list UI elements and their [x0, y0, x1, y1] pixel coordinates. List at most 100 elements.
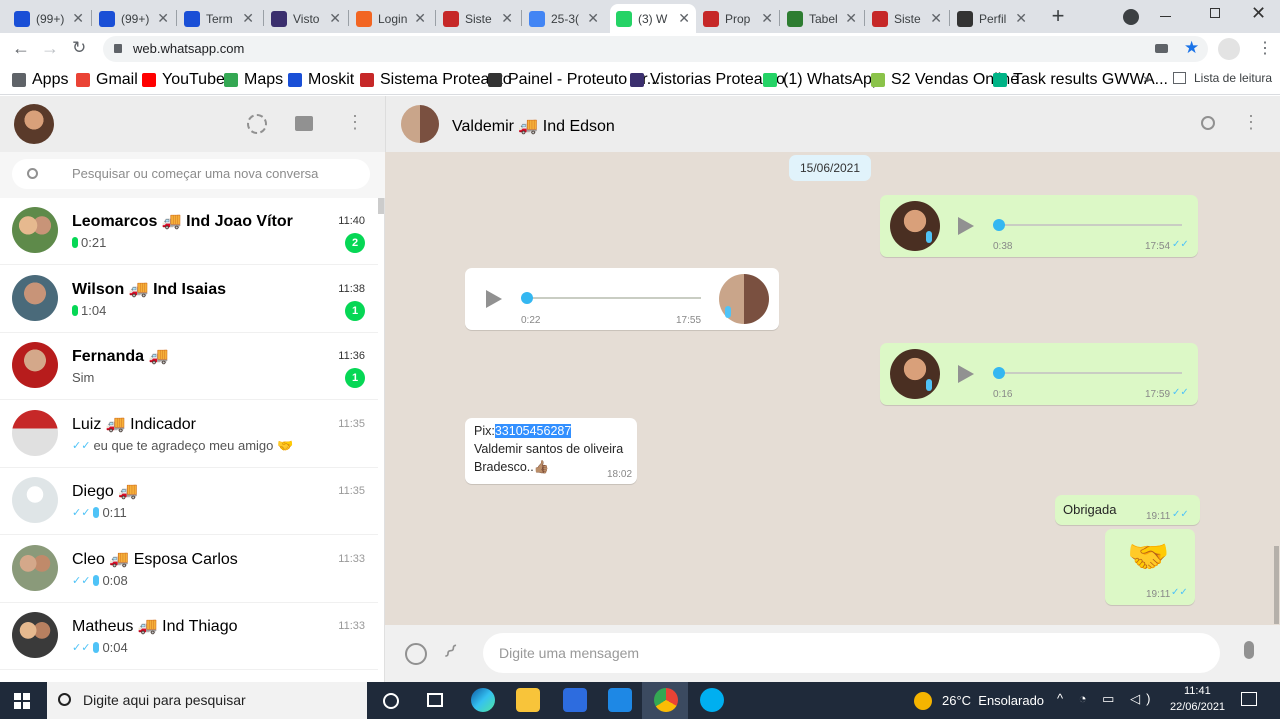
browser-tab[interactable]: 25-3(✕	[523, 4, 605, 33]
audio-progress-handle[interactable]	[993, 219, 1005, 231]
cortana-icon[interactable]	[383, 693, 399, 709]
message-time: 17:55	[676, 315, 702, 326]
chat-list-item[interactable]: Cleo 🚚 Esposa Carlos 11:33 ✓✓ 0:08	[0, 536, 378, 603]
sender-avatar	[890, 201, 940, 251]
browser-tab[interactable]: Term ✕	[178, 4, 260, 33]
close-tab-icon[interactable]: ✕	[501, 10, 513, 27]
browser-tab[interactable]: Tabel ✕	[781, 4, 863, 33]
start-button[interactable]	[14, 693, 30, 709]
browser-tab[interactable]: (3) W ✕	[610, 4, 696, 33]
attach-icon[interactable]: ⌇	[438, 639, 463, 664]
browser-tab[interactable]: (99+) ✕	[93, 4, 175, 33]
close-tab-icon[interactable]: ✕	[329, 10, 341, 27]
chat-list-item[interactable]: Fernanda 🚚 11:36 Sim 1	[0, 333, 378, 400]
close-tab-icon[interactable]: ✕	[761, 10, 773, 27]
file-explorer-icon[interactable]	[516, 688, 540, 712]
mail-icon[interactable]	[608, 688, 632, 712]
audio-progress-handle[interactable]	[993, 367, 1005, 379]
close-tab-icon[interactable]: ✕	[242, 10, 254, 27]
close-window-button[interactable]: ✕	[1251, 3, 1266, 24]
close-tab-icon[interactable]: ✕	[587, 10, 599, 27]
status-icon[interactable]	[247, 114, 267, 134]
chat-time: 11:33	[338, 552, 365, 565]
browser-tab[interactable]: Siste ✕	[866, 4, 948, 33]
close-tab-icon[interactable]: ✕	[678, 10, 690, 27]
my-avatar[interactable]	[14, 104, 54, 144]
scrollbar[interactable]	[378, 198, 384, 214]
chat-list-item[interactable]: Luiz 🚚 Indicador 11:35 ✓✓ eu que te agradeç…	[0, 401, 378, 468]
clock-date[interactable]: 22/06/2021	[1170, 701, 1225, 713]
audio-progress-track[interactable]	[996, 372, 1182, 374]
edge-icon[interactable]	[471, 688, 495, 712]
contact-name[interactable]: Valdemir 🚚 Ind Edson	[452, 116, 615, 136]
bookmark-star-icon[interactable]: ★	[1184, 38, 1199, 58]
browser-tab[interactable]: Siste ✕	[437, 4, 519, 33]
close-tab-icon[interactable]: ✕	[845, 10, 857, 27]
weather-text[interactable]: 26°C Ensolarado	[942, 693, 1044, 708]
search-messages-icon[interactable]	[1201, 116, 1215, 130]
profile-avatar[interactable]	[1218, 38, 1240, 60]
tab-search-icon[interactable]	[1123, 9, 1139, 25]
chat-list-item[interactable]: Wilson 🚚 Ind Isaias 11:38 1:04 1	[0, 266, 378, 333]
bookmark-item[interactable]: Moskit	[288, 71, 354, 89]
close-tab-icon[interactable]: ✕	[414, 10, 426, 27]
search-input[interactable]: Pesquisar ou começar uma nova conversa	[12, 159, 370, 189]
chat-list-item[interactable]: Diego 🚚 11:35 ✓✓ 0:11	[0, 468, 378, 535]
reading-list-label[interactable]: Lista de leitura	[1194, 71, 1272, 85]
chat-list-item[interactable]: Matheus 🚚 Ind Thiago 11:33 ✓✓ 0:04	[0, 603, 378, 670]
new-chat-icon[interactable]	[295, 116, 313, 131]
bookmark-item[interactable]: Vistorias Proteauto	[630, 71, 785, 89]
menu-icon[interactable]: ⋮	[346, 112, 364, 133]
message-input[interactable]: Digite uma mensagem	[483, 633, 1220, 673]
browser-tab[interactable]: (99+) ✕	[8, 4, 90, 33]
chrome-menu-icon[interactable]: ⋮	[1257, 38, 1273, 58]
bookmark-item[interactable]: Gmail	[76, 71, 138, 89]
audio-progress-track[interactable]	[523, 297, 701, 299]
browser-tab[interactable]: Visto ✕	[265, 4, 347, 33]
bookmark-item[interactable]: Task results GWWA...	[993, 71, 1168, 89]
reload-button[interactable]: ↻	[72, 38, 86, 58]
clock-time[interactable]: 11:41	[1184, 685, 1211, 697]
selected-text[interactable]: 33105456287	[494, 424, 572, 438]
weather-icon[interactable]	[914, 692, 932, 710]
bookmark-item[interactable]: Maps	[224, 71, 283, 89]
close-tab-icon[interactable]: ✕	[72, 10, 84, 27]
minimize-button[interactable]	[1160, 16, 1171, 17]
conversation-menu-icon[interactable]: ⋮	[1242, 112, 1260, 133]
browser-tab[interactable]: Login ✕	[350, 4, 432, 33]
microphone-icon[interactable]	[1244, 641, 1254, 659]
chrome-icon[interactable]	[654, 688, 678, 712]
back-button[interactable]: ←	[12, 38, 30, 59]
forward-button[interactable]: →	[41, 38, 59, 59]
close-tab-icon[interactable]: ✕	[930, 10, 942, 27]
taskbar-search-input[interactable]: Digite aqui para pesquisar	[47, 682, 367, 719]
play-icon[interactable]	[958, 217, 974, 235]
audio-progress-track[interactable]	[996, 224, 1182, 226]
new-tab-button[interactable]: +	[1046, 5, 1070, 29]
store-icon[interactable]	[563, 688, 587, 712]
message-placeholder: Digite uma mensagem	[499, 645, 640, 661]
address-bar[interactable]: web.whatsapp.com	[103, 36, 1208, 62]
close-tab-icon[interactable]: ✕	[157, 10, 169, 27]
task-view-icon[interactable]	[427, 693, 443, 707]
tray-icons[interactable]: ^ ◔ ▭ ◁)	[1057, 691, 1156, 707]
bookmark-item[interactable]: YouTube	[142, 71, 225, 89]
camera-icon[interactable]	[1155, 44, 1168, 53]
browser-tab[interactable]: Prop ✕	[697, 4, 779, 33]
maximize-button[interactable]	[1210, 8, 1220, 18]
skype-icon[interactable]	[700, 688, 724, 712]
conversation-scrollbar[interactable]	[1274, 546, 1279, 624]
emoji-icon[interactable]	[405, 643, 427, 665]
reading-list-icon[interactable]	[1173, 72, 1186, 84]
contact-avatar[interactable]	[401, 105, 439, 143]
play-icon[interactable]	[958, 365, 974, 383]
chat-list-item[interactable]: Leomarcos 🚚 Ind Joao Vítor 11:40 0:21 2	[0, 198, 378, 265]
bookmarks-overflow-icon[interactable]: »	[1143, 70, 1151, 86]
bookmark-item[interactable]: Apps	[12, 71, 68, 89]
browser-tab[interactable]: Perfil ✕	[951, 4, 1033, 33]
notifications-icon[interactable]	[1241, 692, 1257, 706]
bookmark-item[interactable]: (1) WhatsApp	[763, 71, 881, 89]
close-tab-icon[interactable]: ✕	[1015, 10, 1027, 27]
audio-progress-handle[interactable]	[521, 292, 533, 304]
play-icon[interactable]	[486, 290, 502, 308]
